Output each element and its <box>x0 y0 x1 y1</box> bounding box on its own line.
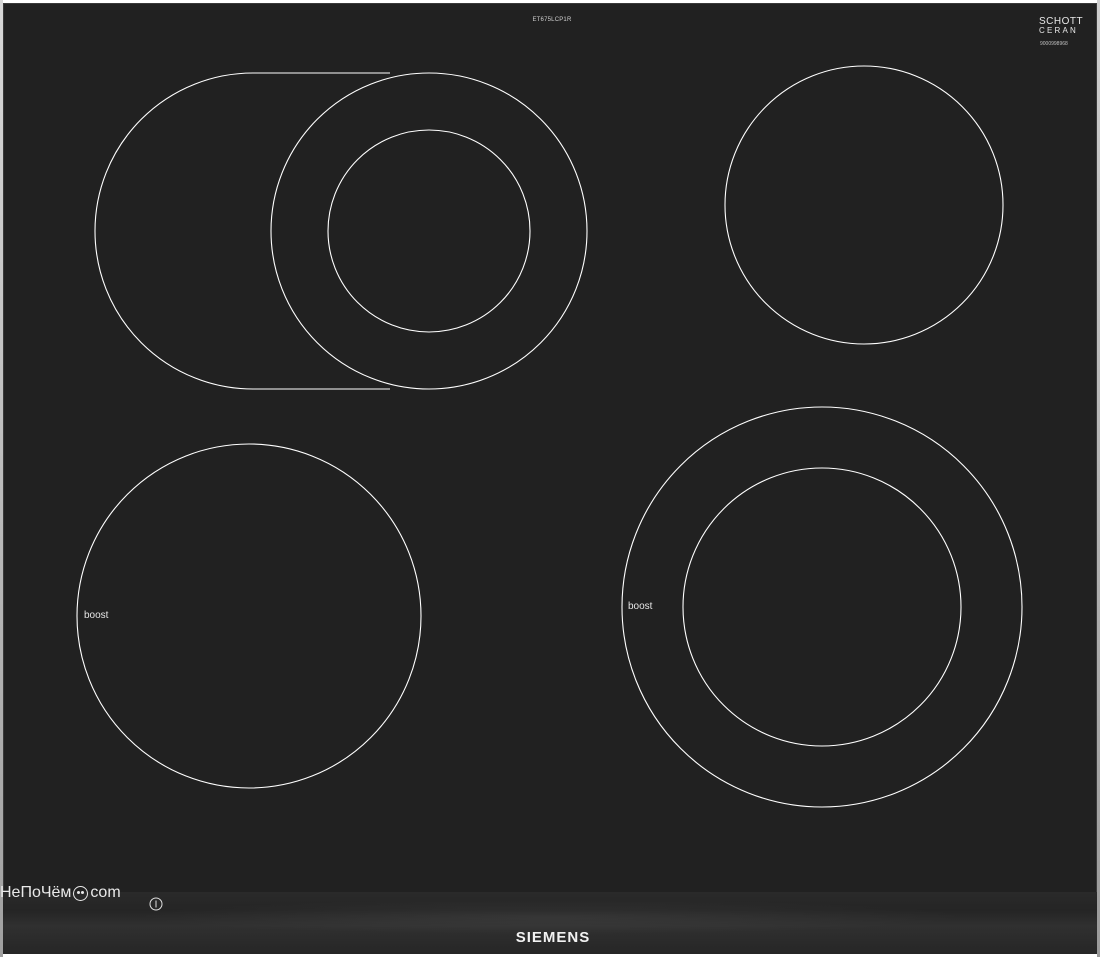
watermark-socket-icon <box>73 885 89 901</box>
watermark-prefix: НеПоЧём <box>0 884 72 901</box>
zone-front-right-inner-ring <box>682 467 962 747</box>
zone-rear-left-outer-ring <box>270 72 588 390</box>
zone-rear-right[interactable] <box>724 65 1004 345</box>
power-icon[interactable] <box>149 897 163 911</box>
zone-rear-left[interactable] <box>94 72 588 390</box>
serial-number: 9000998968 <box>1040 41 1068 47</box>
cooking-zones <box>76 65 1023 808</box>
boost-label-front-right: boost <box>628 601 653 612</box>
cooktop-glass: ET675LCP1R SCHOTT CERAN 9000998968 boost… <box>3 3 1097 954</box>
zone-front-left[interactable] <box>76 443 422 789</box>
brand-logo: SIEMENS <box>515 929 591 946</box>
zone-rear-left-inner-ring <box>327 129 531 333</box>
glass-brand-line1: SCHOTT <box>1039 16 1084 27</box>
model-code: ET675LCP1R <box>532 17 572 23</box>
zone-front-right-outer-ring <box>621 406 1023 808</box>
watermark-suffix: com <box>90 884 121 901</box>
glass-brand-logo: SCHOTT CERAN <box>1039 16 1084 36</box>
glass-brand-line2: CERAN <box>1039 26 1079 35</box>
zone-front-right[interactable] <box>621 406 1023 808</box>
boost-label-front-left: boost <box>84 610 109 621</box>
zone-rear-left-extension <box>94 72 390 390</box>
watermark: НеПоЧём com <box>0 884 121 902</box>
